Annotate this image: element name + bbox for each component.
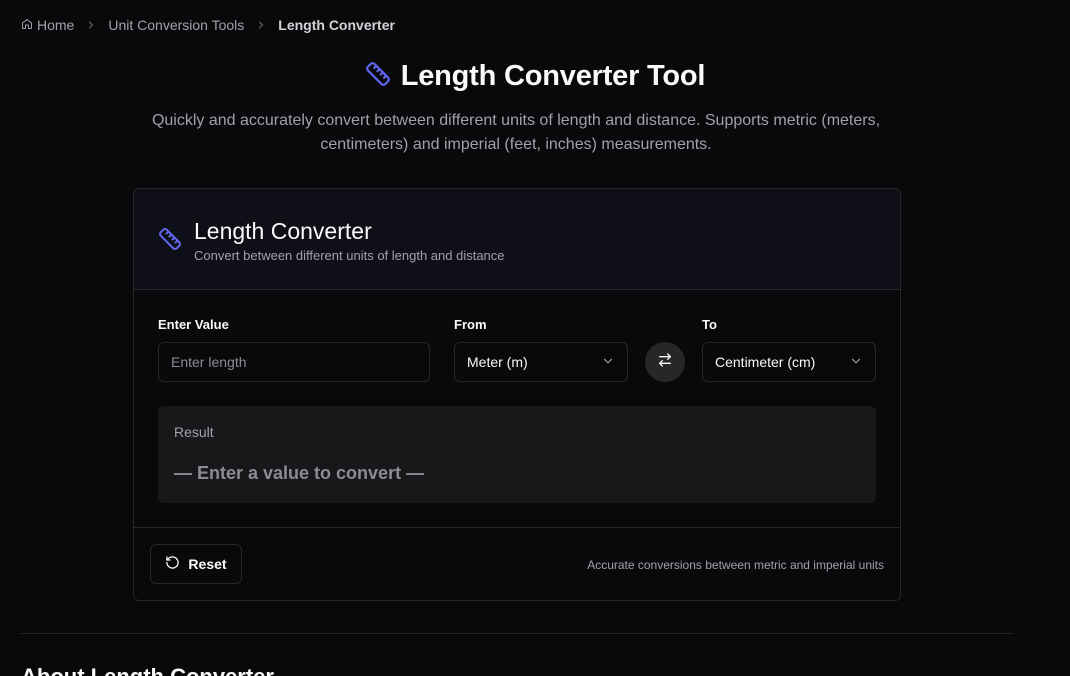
ruler-icon bbox=[158, 227, 182, 256]
rotate-ccw-icon bbox=[165, 555, 180, 573]
reset-label: Reset bbox=[188, 556, 227, 572]
converter-card: Length Converter Convert between differe… bbox=[133, 188, 901, 601]
page-title: Length Converter Tool bbox=[400, 60, 706, 92]
from-label: From bbox=[454, 317, 487, 332]
chevron-right-icon bbox=[255, 19, 267, 31]
value-label: Enter Value bbox=[158, 317, 229, 332]
card-subtitle: Convert between different units of lengt… bbox=[194, 248, 505, 263]
ruler-icon bbox=[365, 61, 391, 92]
home-icon bbox=[21, 17, 33, 33]
breadcrumb-section-link[interactable]: Unit Conversion Tools bbox=[108, 17, 244, 33]
chevron-down-icon bbox=[849, 354, 863, 371]
breadcrumb-home-label: Home bbox=[37, 17, 75, 33]
value-input[interactable] bbox=[171, 354, 417, 370]
to-unit-value: Centimeter (cm) bbox=[715, 354, 816, 370]
to-label: To bbox=[702, 317, 717, 332]
swap-arrows-icon bbox=[657, 352, 673, 373]
reset-button[interactable]: Reset bbox=[150, 544, 242, 584]
to-unit-select[interactable]: Centimeter (cm) bbox=[702, 342, 876, 382]
page-description: Quickly and accurately convert between d… bbox=[151, 112, 881, 153]
breadcrumb: Home Unit Conversion Tools Length Conver… bbox=[21, 17, 395, 33]
result-label: Result bbox=[174, 424, 214, 440]
page-header: Length Converter Tool bbox=[0, 60, 1070, 93]
footer-note: Accurate conversions between metric and … bbox=[587, 558, 884, 572]
from-unit-select[interactable]: Meter (m) bbox=[454, 342, 628, 382]
breadcrumb-current: Length Converter bbox=[278, 17, 395, 33]
from-unit-value: Meter (m) bbox=[467, 354, 528, 370]
breadcrumb-home-link[interactable]: Home bbox=[21, 17, 74, 33]
chevron-down-icon bbox=[601, 354, 615, 371]
card-footer: Reset Accurate conversions between metri… bbox=[134, 527, 900, 600]
card-header: Length Converter Convert between differe… bbox=[134, 189, 900, 290]
chevron-right-icon bbox=[85, 19, 97, 31]
value-field[interactable] bbox=[158, 342, 430, 382]
section-divider bbox=[21, 633, 1013, 634]
swap-units-button[interactable] bbox=[645, 342, 685, 382]
about-heading: About Length Converter bbox=[21, 664, 274, 676]
result-panel: Result — Enter a value to convert — bbox=[158, 406, 876, 503]
result-value: — Enter a value to convert — bbox=[174, 463, 425, 483]
card-title: Length Converter bbox=[194, 218, 372, 244]
